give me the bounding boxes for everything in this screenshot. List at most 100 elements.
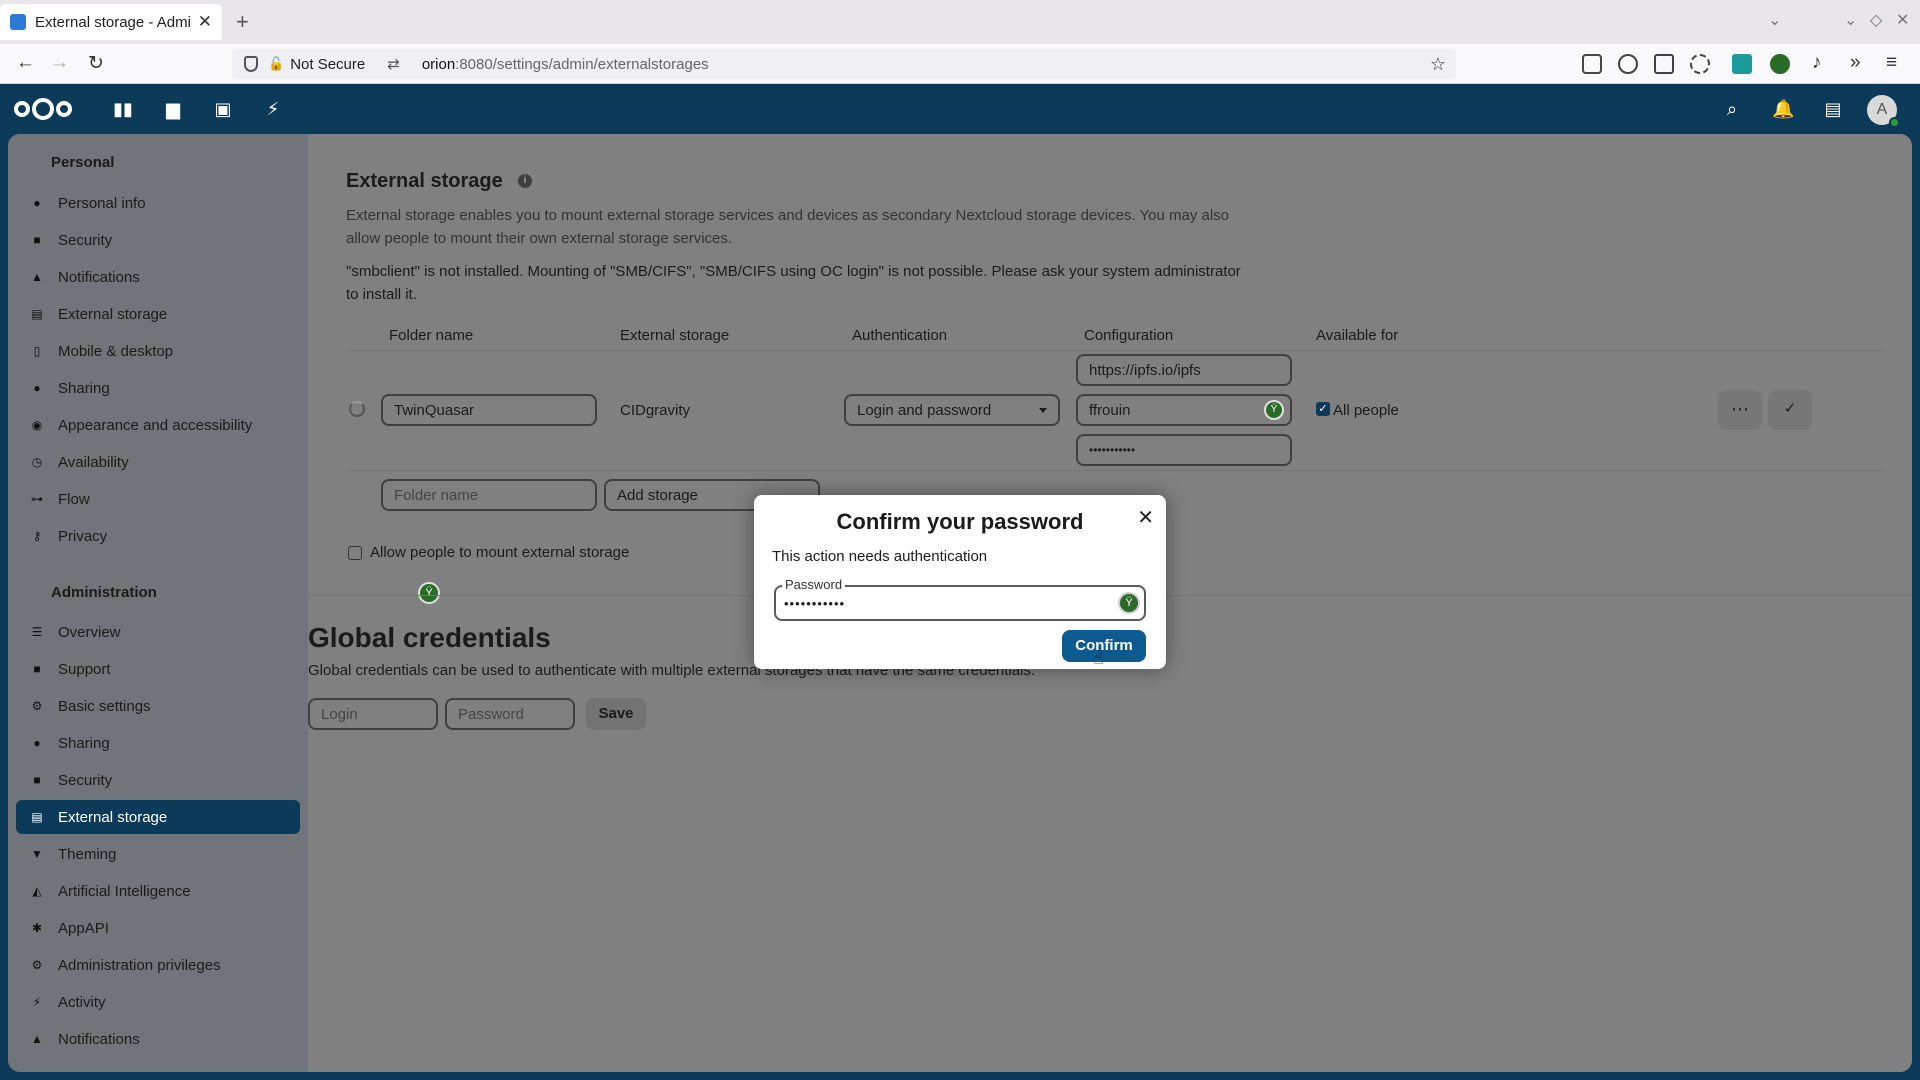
new-folder-placeholder: Folder name bbox=[394, 486, 479, 504]
all-people-checkbox[interactable]: ✓ bbox=[1316, 402, 1330, 416]
close-icon[interactable]: ✕ bbox=[1137, 505, 1154, 530]
column-available-for: Available for bbox=[1316, 327, 1399, 344]
new-tab-icon[interactable]: + bbox=[236, 9, 249, 35]
config-login-input[interactable]: ffrouin Ÿ bbox=[1076, 394, 1292, 426]
sidebar-item-admin-sharing[interactable]: ● Sharing bbox=[16, 726, 300, 760]
account-icon[interactable] bbox=[1618, 54, 1638, 74]
bookmark-star-icon[interactable]: ☆ bbox=[1430, 54, 1446, 75]
sidebar-item-security[interactable]: ■ Security bbox=[16, 223, 300, 257]
close-window-icon[interactable]: ✕ bbox=[1896, 10, 1909, 30]
contacts-icon[interactable]: ▤ bbox=[1822, 98, 1844, 120]
maximize-icon[interactable]: ◇ bbox=[1870, 10, 1882, 30]
dashboard-icon[interactable]: ▮▮ bbox=[112, 98, 134, 120]
sidebar-item-mobile-desktop[interactable]: ▯ Mobile & desktop bbox=[16, 334, 300, 368]
files-icon[interactable]: ▆ bbox=[162, 98, 184, 120]
storage-backend-name: CIDgravity bbox=[620, 402, 691, 419]
browser-tabbar: External storage - Adminis ✕ + ⌄ ⌄ ◇ ✕ bbox=[0, 0, 1920, 44]
nextcloud-logo-icon[interactable] bbox=[14, 98, 76, 120]
sidebar-item-sharing[interactable]: ● Sharing bbox=[16, 371, 300, 405]
allow-mount-checkbox[interactable] bbox=[348, 546, 362, 560]
keepassxc-icon[interactable]: Ÿ bbox=[1118, 592, 1140, 614]
sidebar-item-admin-security[interactable]: ■ Security bbox=[16, 763, 300, 797]
sidebar-item-activity[interactable]: ⚡ Activity bbox=[16, 985, 300, 1019]
lock-icon: ■ bbox=[33, 773, 41, 787]
close-tab-icon[interactable]: ✕ bbox=[198, 12, 212, 32]
activity-icon[interactable]: ⚡ bbox=[262, 98, 284, 120]
dialog-message: This action needs authentication bbox=[772, 548, 988, 565]
sidebar-item-basic-settings[interactable]: ⚙ Basic settings bbox=[16, 689, 300, 723]
permissions-icon[interactable]: ⇄ bbox=[387, 55, 400, 73]
insecure-lock-icon[interactable]: 🔓 bbox=[268, 56, 284, 72]
more-actions-icon[interactable]: ⋯ bbox=[1718, 390, 1762, 430]
login-placeholder: Login bbox=[321, 705, 358, 723]
sidebar-item-privacy[interactable]: ⚷ Privacy bbox=[16, 519, 300, 553]
save-check-icon[interactable]: ✓ bbox=[1768, 390, 1812, 430]
config-password-input[interactable]: ••••••••••• bbox=[1076, 434, 1292, 466]
forward-icon[interactable]: → bbox=[50, 52, 69, 74]
sidebar-item-admin-notifications[interactable]: ▲ Notifications bbox=[16, 1022, 300, 1056]
minimize-icon[interactable]: ⌄ bbox=[1844, 10, 1857, 30]
url-bar[interactable]: 🔓 Not Secure ⇄ orion:8080/settings/admin… bbox=[232, 49, 1456, 79]
music-icon[interactable]: ♪ bbox=[1812, 52, 1822, 74]
lock-icon: ■ bbox=[33, 233, 41, 247]
authentication-select[interactable]: Login and password bbox=[844, 394, 1060, 426]
new-folder-name-input[interactable]: Folder name bbox=[381, 479, 597, 511]
confirm-button[interactable]: Confirm bbox=[1062, 630, 1146, 662]
keepassxc-icon[interactable]: Ÿ bbox=[1264, 400, 1284, 420]
config-url-input[interactable]: https://ipfs.io/ipfs bbox=[1076, 354, 1292, 386]
user-avatar[interactable]: A bbox=[1867, 95, 1900, 128]
more-tools-icon[interactable]: » bbox=[1850, 52, 1861, 74]
sidebar-item-appearance[interactable]: ◉ Appearance and accessibility bbox=[16, 408, 300, 442]
sidebar-item-label: Security bbox=[58, 231, 113, 249]
sidebar-item-appapi[interactable]: ✱ AppAPI bbox=[16, 911, 300, 945]
password-field[interactable]: Password ••••••••••• Ÿ bbox=[774, 577, 1146, 621]
sidebar-item-label: Availability bbox=[58, 453, 129, 471]
sidebar-item-label: Notifications bbox=[58, 268, 140, 286]
sidebar-item-label: Sharing bbox=[58, 734, 110, 752]
sidebar-item-availability[interactable]: ◷ Availability bbox=[16, 445, 300, 479]
all-people-label: All people bbox=[1333, 402, 1399, 419]
browser-tab[interactable]: External storage - Adminis ✕ bbox=[0, 4, 222, 40]
pocket-icon[interactable] bbox=[1582, 54, 1602, 74]
extension-icon[interactable] bbox=[1690, 54, 1710, 74]
global-login-input[interactable]: Login bbox=[308, 698, 438, 730]
config-login-value: ffrouin bbox=[1089, 401, 1131, 419]
back-icon[interactable]: ← bbox=[16, 52, 35, 74]
sidebar-item-personal-info[interactable]: ● Personal info bbox=[16, 186, 300, 220]
folder-name-input[interactable]: TwinQuasar bbox=[381, 394, 597, 426]
notifications-bell-icon[interactable]: 🔔 bbox=[1772, 98, 1794, 120]
sidebar-item-label: Artificial Intelligence bbox=[58, 882, 191, 900]
sidebar-item-label: Activity bbox=[58, 993, 106, 1011]
authentication-value: Login and password bbox=[857, 401, 992, 419]
info-icon[interactable]: i bbox=[518, 174, 532, 188]
tracking-shield-icon[interactable] bbox=[244, 56, 258, 72]
sidebar-item-external-storage[interactable]: ▤ External storage bbox=[16, 297, 300, 331]
save-button[interactable]: Save bbox=[586, 698, 646, 730]
share-icon: ● bbox=[33, 381, 41, 395]
phone-icon: ▯ bbox=[33, 344, 41, 358]
extensions-icon[interactable] bbox=[1654, 54, 1674, 74]
search-icon[interactable]: ⌕ bbox=[1721, 98, 1743, 120]
keepassxc-icon[interactable]: Ÿ bbox=[418, 582, 440, 604]
sidebar-item-admin-privileges[interactable]: ⚙ Administration privileges bbox=[16, 948, 300, 982]
sidebar-item-overview[interactable]: ☰ Overview bbox=[16, 615, 300, 649]
screenshot-extension-icon[interactable] bbox=[1732, 54, 1752, 74]
mouse-pointer-icon: ☝ bbox=[1093, 648, 1104, 668]
sidebar-item-admin-external-storage[interactable]: ▤ External storage bbox=[16, 800, 300, 834]
list-tabs-icon[interactable]: ⌄ bbox=[1768, 10, 1781, 30]
global-password-input[interactable]: Password bbox=[445, 698, 575, 730]
photos-icon[interactable]: ▣ bbox=[212, 98, 234, 120]
sidebar-item-support[interactable]: ■ Support bbox=[16, 652, 300, 686]
keepassxc-extension-icon[interactable] bbox=[1770, 54, 1790, 74]
sidebar-item-flow[interactable]: ⊶ Flow bbox=[16, 482, 300, 516]
confirm-password-dialog: Confirm your password ✕ This action need… bbox=[754, 495, 1166, 669]
menu-icon[interactable]: ≡ bbox=[1886, 52, 1897, 74]
theming-icon: ▼ bbox=[31, 847, 43, 861]
dialog-title: Confirm your password bbox=[836, 509, 1084, 534]
sidebar-item-ai[interactable]: ◭ Artificial Intelligence bbox=[16, 874, 300, 908]
online-status-icon bbox=[1889, 117, 1900, 128]
reload-icon[interactable]: ↻ bbox=[88, 52, 104, 75]
sidebar-item-notifications[interactable]: ▲ Notifications bbox=[16, 260, 300, 294]
appapi-icon: ✱ bbox=[31, 921, 43, 935]
sidebar-item-theming[interactable]: ▼ Theming bbox=[16, 837, 300, 871]
